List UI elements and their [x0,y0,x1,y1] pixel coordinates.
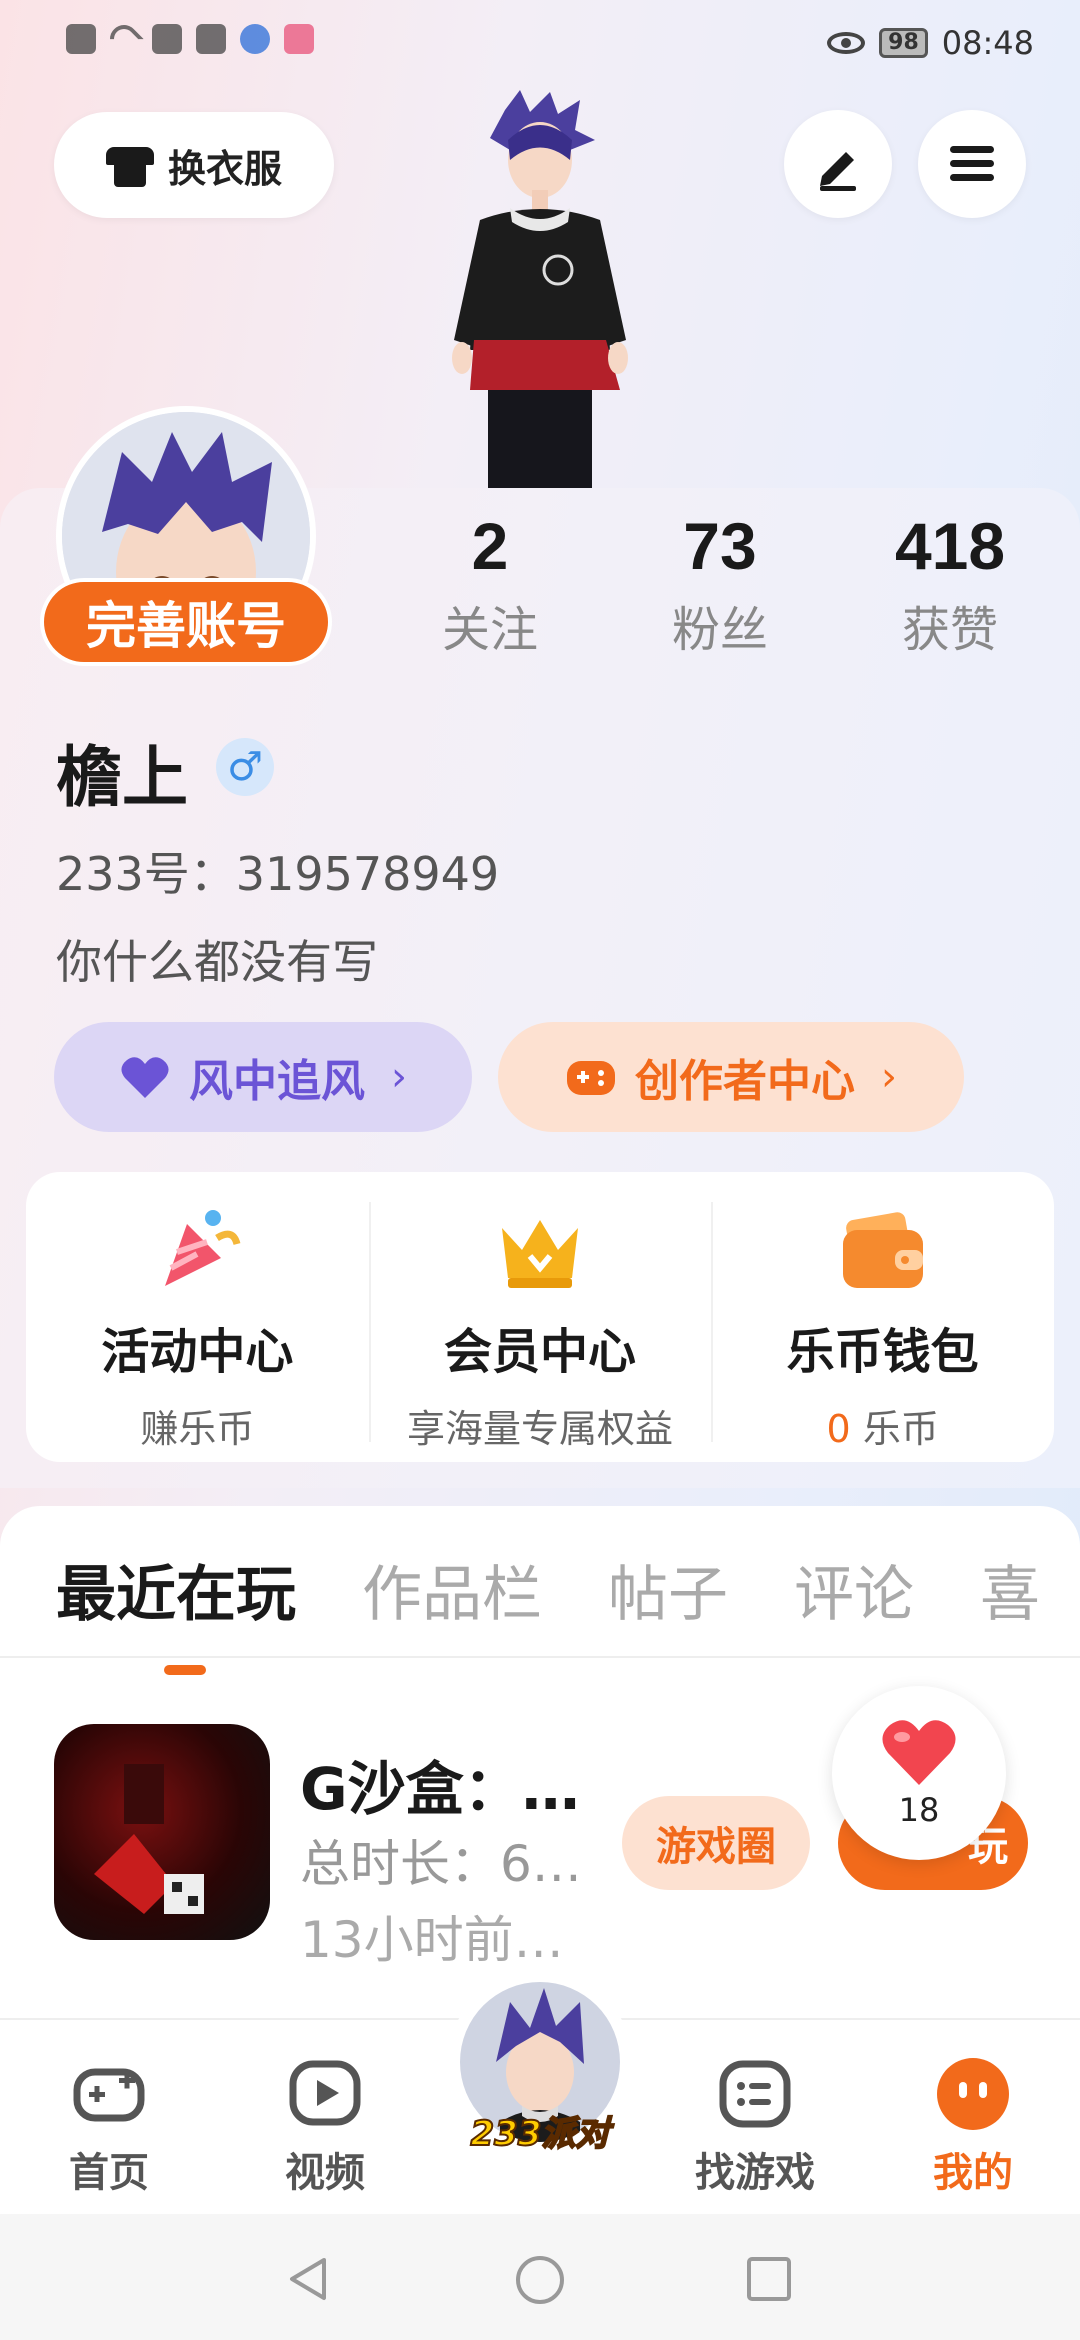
member-center-title: 会员中心 [444,1324,637,1380]
status-icons-right: 98 08:48 [827,24,1034,62]
list-icon [719,2060,791,2128]
wind-chaser-button[interactable]: 风中追风 › [54,1022,472,1132]
tab-works[interactable]: 作品栏 [362,1546,542,1633]
nav-find-game[interactable]: 找游戏 [680,2056,830,2198]
stat-following[interactable]: 2 关注 [390,508,590,660]
creator-center-button[interactable]: 创作者中心 › [498,1022,964,1132]
edit-profile-button[interactable] [784,110,892,218]
stat-fans[interactable]: 73 粉丝 [620,508,820,660]
nav-mine[interactable]: 我的 [898,2056,1048,2198]
wallet-icon [842,1212,923,1288]
activity-center-subtitle: 赚乐币 [140,1407,255,1451]
status-icons-left [66,19,314,59]
floating-like-button[interactable]: 18 [832,1686,1006,1860]
tab-favorites[interactable]: 喜 [980,1546,1040,1633]
chevron-right-icon: › [881,1054,897,1100]
game-icon[interactable] [54,1724,270,1940]
fans-label: 粉丝 [671,602,768,658]
fans-count: 73 [683,509,757,583]
coin-balance: 0 [826,1407,851,1451]
following-count: 2 [471,509,509,583]
bottom-nav: 首页 视频 233派对 找游戏 我的 [0,1970,1080,2214]
party-label: 233派对 [470,2113,611,2155]
coin-wallet-subtitle: 0 乐币 [827,1398,939,1453]
male-gender-icon: ♂ [216,738,274,796]
alert-icon [196,24,226,54]
crown-icon [502,1220,578,1288]
complete-account-button[interactable]: 完善账号 [40,578,332,666]
services-row: 活动中心 赚乐币 会员中心 享海量专属权益 乐币钱包 0 乐币 [26,1172,1054,1462]
video-play-icon [289,2060,361,2126]
user-id[interactable]: 233号：319578949 [56,838,499,904]
coin-unit: 乐币 [862,1407,939,1451]
likes-label: 获赞 [901,602,998,658]
chevron-right-icon: › [391,1054,407,1100]
nav-home[interactable]: 首页 [34,2056,184,2198]
stat-likes[interactable]: 418 获赞 [850,508,1050,660]
game-name: G沙盒：… [300,1755,580,1823]
pencil-icon [820,152,856,191]
gamepad-icon [567,1061,615,1095]
username: 檐上 [56,739,188,816]
tab-comments[interactable]: 评论 [794,1546,914,1633]
menu-button[interactable] [918,110,1026,218]
notification-icon [66,24,96,54]
wifi-icon [104,19,144,59]
user-bio[interactable]: 你什么都没有写 [56,926,378,992]
member-center[interactable]: 会员中心 享海量专属权益 [368,1172,712,1462]
back-icon[interactable] [284,2254,334,2304]
game-last-played: 13小时前… [300,1911,564,1969]
tab-divider [0,1656,1080,1658]
likes-count: 418 [894,509,1006,583]
coin-wallet-title: 乐币钱包 [786,1324,979,1380]
activity-center-title: 活动中心 [101,1324,294,1380]
wind-chaser-label: 风中追风 [189,1056,365,1107]
data-icon [152,24,182,54]
status-bar: 98 08:48 [0,0,1080,90]
heart-icon [121,1057,169,1098]
system-nav-bar [0,2214,1080,2340]
game-circle-button[interactable]: 游戏圈 [622,1796,810,1890]
nav-video-label: 视频 [285,2150,365,2196]
game-icon-art [94,1764,204,1914]
battery-indicator: 98 [879,28,928,58]
nav-home-label: 首页 [69,2150,149,2196]
shirt-icon [105,143,154,187]
app-notification-icon [240,24,270,54]
app-notification-icon-2 [284,24,314,54]
gamepad-icon [73,2068,145,2122]
recent-apps-icon[interactable] [744,2254,794,2304]
party-popper-icon [165,1210,241,1286]
member-center-subtitle: 享海量专属权益 [407,1407,674,1451]
hamburger-icon [950,146,994,181]
change-outfit-label: 换衣服 [167,146,282,191]
creator-center-label: 创作者中心 [635,1056,855,1107]
avatar-3d-figure[interactable] [410,90,670,490]
profile-tabs: 最近在玩 作品栏 帖子 评论 喜 [56,1546,1040,1675]
home-circle-icon[interactable] [514,2254,566,2306]
following-label: 关注 [441,602,538,658]
change-outfit-button[interactable]: 换衣服 [54,112,334,218]
nav-video[interactable]: 视频 [250,2056,400,2198]
coin-wallet[interactable]: 乐币钱包 0 乐币 [711,1172,1054,1462]
game-total-time: 总时长：6… [300,1835,582,1893]
status-time: 08:48 [941,24,1034,62]
nav-party[interactable]: 233派对 [448,1970,632,2170]
heart-icon [882,1720,956,1785]
smiley-face-icon [937,2058,1009,2130]
nav-find-game-label: 找游戏 [695,2150,815,2196]
tab-posts[interactable]: 帖子 [608,1546,728,1633]
like-count: 18 [898,1791,940,1829]
eye-comfort-icon [827,32,866,54]
activity-center[interactable]: 活动中心 赚乐币 [26,1172,369,1462]
nav-mine-label: 我的 [933,2150,1013,2196]
tab-recently-played[interactable]: 最近在玩 [56,1546,296,1675]
